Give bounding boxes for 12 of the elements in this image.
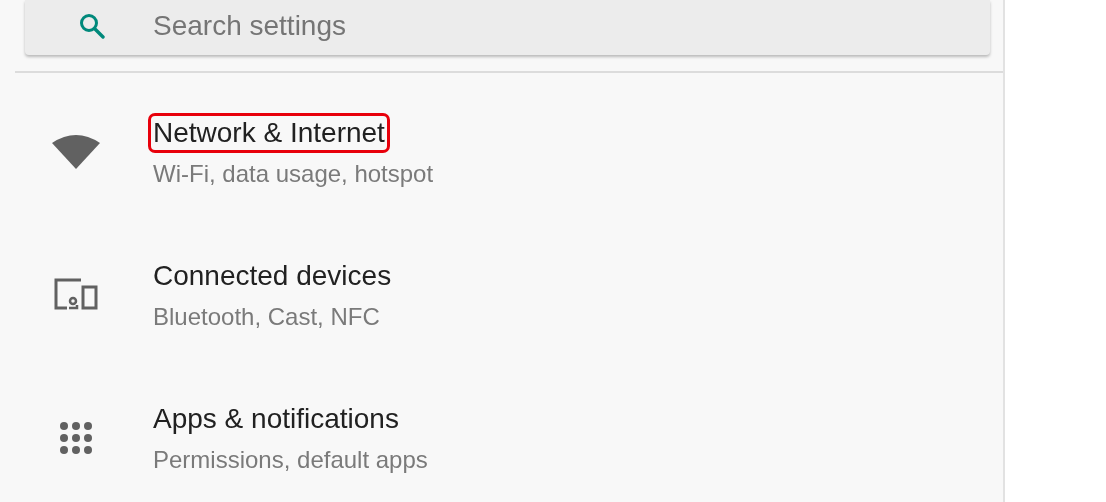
wifi-icon [50, 135, 101, 169]
item-title[interactable]: Network & Internet [148, 113, 390, 153]
devices-icon [52, 278, 99, 310]
apps-grid-icon [58, 421, 93, 455]
search-field[interactable]: Search settings [153, 9, 753, 42]
item-title[interactable]: Connected devices [148, 256, 397, 296]
item-title[interactable]: Apps & notifications [148, 399, 404, 439]
search-icon [79, 12, 105, 39]
item-subtitle: Bluetooth, Cast, NFC [153, 302, 380, 332]
search-bar[interactable]: Search settings [25, 0, 990, 55]
item-subtitle: Permissions, default apps [153, 445, 428, 475]
item-subtitle: Wi-Fi, data usage, hotspot [153, 159, 434, 189]
